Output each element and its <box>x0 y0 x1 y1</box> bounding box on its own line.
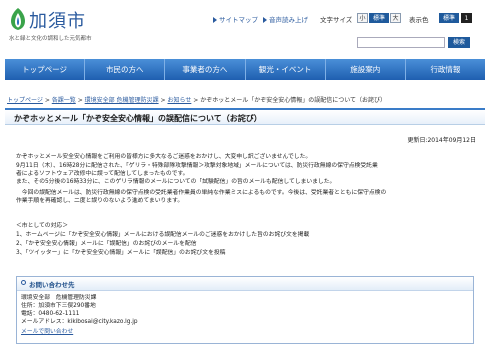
nav-item-government[interactable]: 行政情報 <box>406 59 485 80</box>
response-item: 2、「かぞ安全安心情報」メールに「誤配信」のお詫びのメールを配信 <box>16 241 197 247</box>
color-1-button[interactable]: 1 <box>461 13 472 23</box>
contact-phone: 電話：0480-62-1111 <box>21 311 80 317</box>
contact-dept: 環境安全部 危機管理防災課 <box>21 295 97 301</box>
body-line: 者によるソフトウェア改修中に誤って配信してしまったものです。 <box>16 171 189 177</box>
search-input[interactable] <box>357 37 445 48</box>
email-inquiry-link[interactable]: メールで問い合わせ <box>21 329 73 336</box>
contact-address: 住所：加須市下三俣290番地 <box>21 303 96 309</box>
font-size-label: 文字サイズ <box>320 16 353 24</box>
body-line: 作業手順を再確認し、二度と誤りのないよう進めてまいります。 <box>16 198 184 204</box>
sitemap-link-text[interactable]: サイトマップ <box>219 16 258 24</box>
body-line: かぞホッとメール安全安心情報をご利用の皆様方に多大なるご迷惑をおかけし、大変申し… <box>16 154 312 160</box>
site-name: 加須市 <box>29 11 86 32</box>
city-emblem-icon <box>11 8 25 30</box>
nav-item-business[interactable]: 事業者の方へ <box>165 59 246 80</box>
response-item: 3、「ツイッター」に「かぞ安全安心情報」メールに「誤配信」のお詫び文を投稿 <box>16 250 226 256</box>
site-tagline: 水と緑と文化の調和した元気都市 <box>9 36 92 42</box>
nav-item-tourism[interactable]: 観光・イベント <box>246 59 326 80</box>
nav-item-facilities[interactable]: 施設案内 <box>326 59 406 80</box>
font-large-button[interactable]: 大 <box>390 13 401 23</box>
page-title-bar: かぞホッとメール「かぞ安全安心情報」の誤配信について（お詫び） <box>5 108 485 125</box>
display-color-label: 表示色 <box>409 16 429 24</box>
arrow-right-icon <box>263 17 267 23</box>
nav-item-top[interactable]: トップページ <box>5 59 86 80</box>
response-item: 1、ホームページに「かぞ安全安心情報」メールにおける誤配信メールのご迷惑をおかけ… <box>16 232 310 238</box>
contact-heading: お問い合わせ先 <box>29 281 75 289</box>
nav-item-citizens[interactable]: 市民の方へ <box>85 59 166 80</box>
arrow-right-icon <box>213 17 217 23</box>
contact-email: メールアドレス：kikibosai@city.kazo.lg.jp <box>21 319 138 325</box>
body-line: 今回の誤配信メールは、防災行政無線の保守点検の受託業者作業員の単純な作業ミスによ… <box>16 190 387 196</box>
breadcrumb-separator: > <box>44 97 50 104</box>
breadcrumb-link-division[interactable]: 環境安全部 危機管理防災課 <box>85 97 159 104</box>
breadcrumb-link-departments[interactable]: 各課一覧 <box>52 97 76 104</box>
voice-reader-link-text[interactable]: 音声読み上げ <box>269 16 308 24</box>
circle-bullet-icon <box>21 280 26 285</box>
voice-reader-link[interactable]: 音声読み上げ <box>263 14 308 24</box>
sitemap-link[interactable]: サイトマップ <box>213 14 258 24</box>
breadcrumb-separator: > <box>160 97 166 104</box>
body-line: 9月11日（木）、16時28分に配信された、「ゲリラ・特殊部隊攻撃情報＞攻撃対象… <box>16 163 378 169</box>
font-standard-button[interactable]: 標準 <box>369 13 389 23</box>
contact-header: お問い合わせ先 <box>17 277 473 291</box>
search-button[interactable]: 検索 <box>448 37 470 48</box>
page-title: かぞホッとメール「かぞ安全安心情報」の誤配信について（お詫び） <box>14 114 262 123</box>
contact-box: お問い合わせ先 環境安全部 危機管理防災課 住所：加須市下三俣290番地 電話：… <box>16 276 474 344</box>
breadcrumb: トップページ > 各課一覧 > 環境安全部 危機管理防災課 > お知らせ > か… <box>7 95 386 104</box>
response-heading: ＜市としての対応＞ <box>16 223 68 229</box>
breadcrumb-link-notices[interactable]: お知らせ <box>167 97 191 104</box>
body-line: また、その5分後の16時33分に、このゲリラ情報のメールについての「試験配信」の… <box>16 179 336 185</box>
breadcrumb-separator: > <box>193 97 199 104</box>
breadcrumb-current: かぞホッとメール「かぞ安全安心情報」の誤配信について（お詫び） <box>200 97 387 104</box>
global-nav: トップページ 市民の方へ 事業者の方へ 観光・イベント 施設案内 行政情報 <box>5 59 485 80</box>
breadcrumb-separator: > <box>77 97 83 104</box>
breadcrumb-link-top[interactable]: トップページ <box>7 97 43 104</box>
updated-date: 更新日:2014年09月12日 <box>407 137 476 144</box>
color-standard-button[interactable]: 標準 <box>439 13 459 23</box>
font-small-button[interactable]: 小 <box>357 13 368 23</box>
